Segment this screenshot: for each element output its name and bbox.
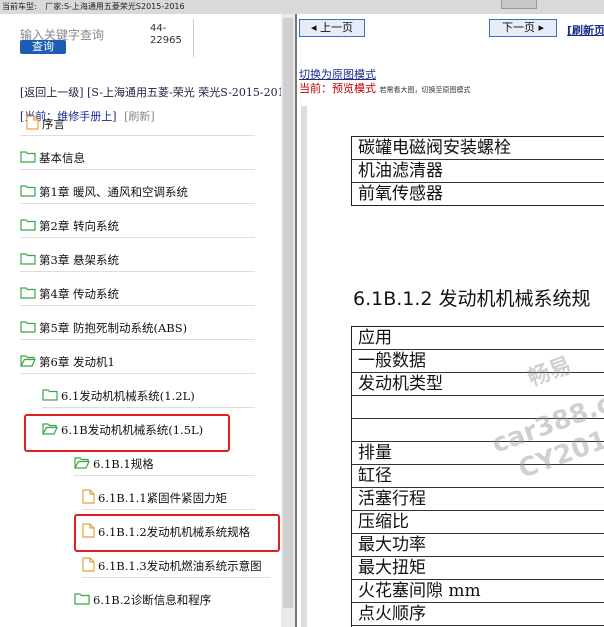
folder-icon [20,218,36,236]
tree-item[interactable]: 第4章 传动系统 [20,285,119,303]
right-pane: ◂ 上一页 下一页 ▸ [刷新页 切换为原图模式 当前：预览模式 若需看大图，切… [297,14,604,627]
highlight-box [24,414,230,452]
table-row: 前氧传感器 [358,184,443,204]
tree-item[interactable]: 第2章 转向系统 [20,217,119,235]
tree-item[interactable]: 6.1B.1.1紧固件紧固力矩 [82,489,227,507]
document-icon [82,489,95,509]
top-right-button[interactable] [501,0,537,9]
document-code: 44-22965 [150,23,182,46]
table-row: 火花塞间隙 mm [352,580,604,603]
refresh-page-link[interactable]: [刷新页 [567,22,604,38]
scrollbar-thumb[interactable] [283,18,293,608]
tree-item-label: 第2章 转向系统 [39,219,119,233]
breadcrumb: [返回上一级] [S-上海通用五菱-荣光 荣光S-2015-2016] [20,84,281,100]
refresh-link[interactable]: [刷新] [124,110,155,123]
table-row: 碳罐电磁阀安装螺栓 [352,137,604,160]
breadcrumb-path[interactable]: [S-上海通用五菱-荣光 荣光S-2015-2016] [87,86,281,99]
tree-item-label: 6.1发动机机械系统(1.2L) [61,389,195,403]
folder-icon [20,320,36,338]
tree-item[interactable]: 6.1B.1.3发动机燃油系统示意图 [82,557,262,575]
folder-icon [74,592,90,610]
folder-open-icon [73,456,90,474]
tree-item[interactable]: 6.1发动机机械系统(1.2L) [42,387,195,405]
status-bar: 当前车型: 厂家:S-上海通用五菱荣光S2015-2016 [0,0,604,14]
mode-hint: 若需看大图，切换至原图模式 [379,86,471,94]
divider [193,19,194,57]
document-icon [26,115,39,135]
tree-item[interactable]: 第3章 悬架系统 [20,251,119,269]
tree-item-label: 第4章 传动系统 [39,287,119,301]
vehicle-label: 当前车型: [2,2,37,11]
table-row: 最大扭矩 [352,557,604,580]
folder-icon [20,286,36,304]
table-row: 点火顺序 [352,603,604,626]
back-link[interactable]: [返回上一级] [20,86,84,99]
tree-separator [20,339,255,340]
tree-separator [20,169,255,170]
manufacturer-text: 厂家:S-上海通用五菱荣光S2015-2016 [45,2,185,11]
spec-table-1: 碳罐电磁阀安装螺栓 机油滤清器 前氧传感器 [351,136,604,206]
tree-item[interactable]: 第1章 暖风、通风和空调系统 [20,183,188,201]
tree-separator [20,237,255,238]
tree-item-label: 6.1B.1规格 [93,457,154,471]
folder-open-icon [19,354,36,372]
mode-name: 预览模式 [332,82,376,95]
tree-item[interactable]: 序言 [26,115,65,133]
tree-item-label: 序言 [42,117,65,131]
tree-item-label: 6.1B.1.1紧固件紧固力矩 [98,491,228,505]
folder-icon [20,184,36,202]
tree-item-label: 第3章 悬架系统 [39,253,119,267]
tree-separator [20,271,255,272]
document-preview: 碳罐电磁阀安装螺栓 机油滤清器 前氧传感器 6.1B.1.2 发动机机械系统规 应用… [301,106,604,627]
table-row: 最大功率 [352,534,604,557]
tree-separator [82,577,270,578]
tree-item[interactable]: 6.1B.1规格 [73,455,154,474]
highlight-box [74,514,280,552]
mode-prefix: 当前： [299,82,332,95]
tree-separator [20,203,255,204]
tree-separator [20,135,255,136]
prev-page-button[interactable]: ◂ 上一页 [299,19,365,37]
section-title: 6.1B.1.2 发动机机械系统规 [353,288,591,310]
tree-item-label: 第5章 防抱死制动系统(ABS) [39,321,188,335]
table-row: 压缩比 [352,511,604,534]
tree-item[interactable]: 第6章 发动机1 [19,353,115,372]
tree-item-label: 6.1B.2诊断信息和程序 [93,593,212,607]
prev-page-label: 上一页 [320,21,354,34]
document-icon [82,557,95,577]
tree-item[interactable]: 6.1B.2诊断信息和程序 [74,591,211,609]
folder-icon [20,252,36,270]
tree-separator [20,305,255,306]
left-pane: 输入关键字查询 查询 44-22965 [返回上一级] [S-上海通用五菱-荣光… [0,14,281,627]
tree-separator [74,475,255,476]
page-toolbar: ◂ 上一页 下一页 ▸ [刷新页 [297,14,604,42]
folder-icon [42,388,58,406]
left-scrollbar[interactable] [281,14,295,627]
mode-status: 当前：预览模式 若需看大图，切换至原图模式 [299,80,471,96]
tree-separator [20,373,255,374]
tree-item-label: 第6章 发动机1 [39,355,115,369]
tree-item[interactable]: 基本信息 [20,149,85,167]
tree-item-label: 基本信息 [39,151,85,165]
folder-icon [20,150,36,168]
tree-item-label: 第1章 暖风、通风和空调系统 [39,185,188,199]
tree-item[interactable]: 第5章 防抱死制动系统(ABS) [20,319,187,337]
table-row: 应用 [352,327,604,350]
table-row: 活塞行程 [352,488,604,511]
next-page-label: 下一页 [501,21,535,34]
search-button[interactable]: 查询 [20,40,66,54]
table-row: 机油滤清器 [352,160,604,183]
tree-item-label: 6.1B.1.3发动机燃油系统示意图 [98,559,262,573]
next-page-button[interactable]: 下一页 ▸ [489,19,557,37]
tree-separator [42,407,255,408]
tree-separator [82,509,255,510]
